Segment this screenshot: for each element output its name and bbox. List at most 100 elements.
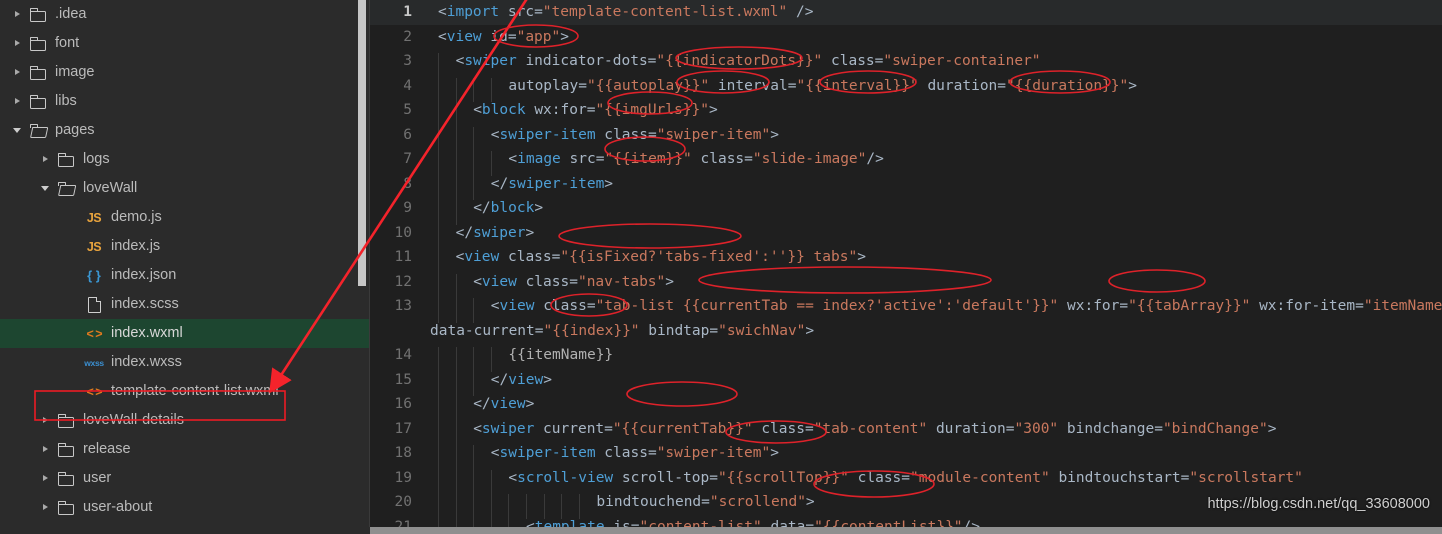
line-number: 15 xyxy=(394,371,412,388)
tree-item-logs[interactable]: logs xyxy=(0,145,370,174)
code-text[interactable]: bindtouchend="scrollend"> xyxy=(422,494,815,519)
tree-item-release[interactable]: release xyxy=(0,435,370,464)
tree-item-index-js[interactable]: JS index.js xyxy=(0,232,370,261)
line-number: 13 xyxy=(394,298,412,315)
code-text[interactable]: data-current="{{index}}" bindtap="swichN… xyxy=(422,323,814,339)
chevron-right-icon[interactable] xyxy=(40,415,51,426)
code-text[interactable]: autoplay="{{autoplay}}" interval="{{inte… xyxy=(422,77,1137,103)
code-line[interactable]: 14 {{itemName}} xyxy=(370,343,1442,372)
code-text[interactable]: <view id="app"> xyxy=(422,29,569,45)
code-token: class xyxy=(604,126,648,143)
chevron-right-icon[interactable] xyxy=(12,96,23,107)
folder-open-icon xyxy=(27,124,49,137)
tree-item-font[interactable]: font xyxy=(0,29,370,58)
code-text[interactable]: <swiper current="{{currentTab}}" class="… xyxy=(422,420,1277,446)
code-token: class xyxy=(507,249,552,266)
chevron-right-icon[interactable] xyxy=(40,154,51,165)
code-line[interactable]: 5 <block wx:for="{{imgUrls}}"> xyxy=(370,98,1442,127)
code-line[interactable]: 9 </block> xyxy=(370,196,1442,225)
code-text[interactable]: <swiper-item class="swiper-item"> xyxy=(422,445,779,470)
indent-guide xyxy=(473,445,475,470)
chevron-right-icon[interactable] xyxy=(40,444,51,455)
indent-guide xyxy=(490,347,492,372)
sidebar-scrollbar-thumb[interactable] xyxy=(358,0,366,286)
code-text[interactable]: <import src="template-content-list.wxml"… xyxy=(422,4,813,20)
code-text[interactable]: <swiper indicator-dots="{{indicatorDots}… xyxy=(422,53,1041,78)
folder-icon xyxy=(55,472,77,486)
folder-icon xyxy=(57,501,75,515)
code-token: "slide-image" xyxy=(752,151,867,168)
chevron-right-icon[interactable] xyxy=(12,67,23,78)
code-line[interactable]: 6 <swiper-item class="swiper-item"> xyxy=(370,123,1442,152)
code-text[interactable]: {{itemName}} xyxy=(422,347,613,372)
chevron-down-icon[interactable] xyxy=(40,183,51,194)
tree-item-lovewall-details[interactable]: loveWall-details xyxy=(0,406,370,435)
code-line[interactable]: 8 </swiper-item> xyxy=(370,172,1442,201)
tree-item-demo-js[interactable]: JS demo.js xyxy=(0,203,370,232)
code-line[interactable]: 11 <view class="{{isFixed?'tabs-fixed':''… xyxy=(370,245,1442,274)
tree-item-index-json[interactable]: { } index.json xyxy=(0,261,370,290)
code-line[interactable]: data-current="{{index}}" bindtap="swichN… xyxy=(370,319,1442,344)
chevron-down-icon[interactable] xyxy=(12,125,23,136)
tree-item-libs[interactable]: libs xyxy=(0,87,370,116)
code-line[interactable]: 4 autoplay="{{autoplay}}" interval="{{int… xyxy=(370,74,1442,103)
code-text[interactable]: </swiper> xyxy=(422,224,534,250)
code-line[interactable]: 12 <view class="nav-tabs"> xyxy=(370,270,1442,299)
code-line[interactable]: 13 <view class="tab-list {{currentTab == … xyxy=(370,294,1442,323)
tree-item-image[interactable]: image xyxy=(0,58,370,87)
code-text[interactable]: </block> xyxy=(422,200,543,225)
code-lines-container[interactable]: 1 <import src="template-content-list.wxml… xyxy=(370,0,1442,534)
code-text[interactable]: <view class="{{isFixed?'tabs-fixed':''}}… xyxy=(422,249,866,274)
code-text[interactable]: </swiper-item> xyxy=(422,175,613,201)
code-line[interactable]: 7 <image src="{{item}}" class="slide-imag… xyxy=(370,147,1442,176)
code-line[interactable]: 1 <import src="template-content-list.wxml… xyxy=(370,0,1442,25)
code-line[interactable]: 19 <scroll-view scroll-top="{{scrollTop}}… xyxy=(370,466,1442,495)
chevron-right-icon[interactable] xyxy=(12,9,23,20)
code-text[interactable]: <scroll-view scroll-top="{{scrollTop}}" … xyxy=(422,469,1303,495)
code-line[interactable]: 16 </view> xyxy=(370,392,1442,421)
file-tree[interactable]: .idea font image libs pages logs loveWall JS dem… xyxy=(0,0,370,522)
code-text[interactable]: <view class="nav-tabs"> xyxy=(422,273,674,299)
code-text[interactable]: <image src="{{item}}" class="slide-image… xyxy=(422,151,884,176)
project-file-tree-sidebar[interactable]: .idea font image libs pages logs loveWall JS dem… xyxy=(0,0,370,534)
indent-guide xyxy=(438,298,439,323)
code-tokens: </swiper-item> xyxy=(438,176,613,192)
tree-item-template-content-list-wxml[interactable]: < > template-content-list.wxml xyxy=(0,377,370,406)
code-text[interactable]: <block wx:for="{{imgUrls}}"> xyxy=(422,102,718,127)
code-text[interactable]: </view> xyxy=(422,396,534,421)
code-text[interactable]: </view> xyxy=(422,371,552,397)
code-line[interactable]: 17 <swiper current="{{currentTab}}" class… xyxy=(370,417,1442,446)
tree-item-index-scss[interactable]: index.scss xyxy=(0,290,370,319)
code-line[interactable]: 18 <swiper-item class="swiper-item"> xyxy=(370,441,1442,470)
code-token: "module-content" xyxy=(910,469,1050,486)
tree-item-index-wxss[interactable]: wxss index.wxss xyxy=(0,348,370,377)
editor-horizontal-scrollbar[interactable] xyxy=(370,527,1442,534)
chevron-right-icon[interactable] xyxy=(40,502,51,513)
indent-guide xyxy=(438,273,439,299)
tree-item--idea[interactable]: .idea xyxy=(0,0,370,29)
code-token: "{{interval}}" xyxy=(796,77,919,94)
chevron-right-icon[interactable] xyxy=(12,38,23,49)
indent-guide xyxy=(438,371,439,397)
tree-item-pages[interactable]: pages xyxy=(0,116,370,145)
code-text[interactable]: <view class="tab-list {{currentTab == in… xyxy=(422,298,1442,323)
code-line[interactable]: 15 </view> xyxy=(370,368,1442,397)
code-token: < xyxy=(508,151,518,168)
folder-icon xyxy=(57,443,75,457)
chevron-right-icon[interactable] xyxy=(40,473,51,484)
code-token: = xyxy=(1154,420,1163,437)
tree-item-index-wxml[interactable]: < > index.wxml xyxy=(0,319,370,348)
code-token: > xyxy=(1267,420,1277,437)
tree-item-user-about[interactable]: user-about xyxy=(0,493,370,522)
code-text[interactable]: <swiper-item class="swiper-item"> xyxy=(422,126,779,152)
code-line[interactable]: 10 </swiper> xyxy=(370,221,1442,250)
folder-icon xyxy=(27,95,49,109)
code-editor[interactable]: 1 <import src="template-content-list.wxml… xyxy=(370,0,1442,534)
tree-item-lovewall[interactable]: loveWall xyxy=(0,174,370,203)
code-line[interactable]: 3 <swiper indicator-dots="{{indicatorDots… xyxy=(370,49,1442,78)
tree-item-user[interactable]: user xyxy=(0,464,370,493)
code-line[interactable]: 2 <view id="app"> xyxy=(370,25,1442,50)
